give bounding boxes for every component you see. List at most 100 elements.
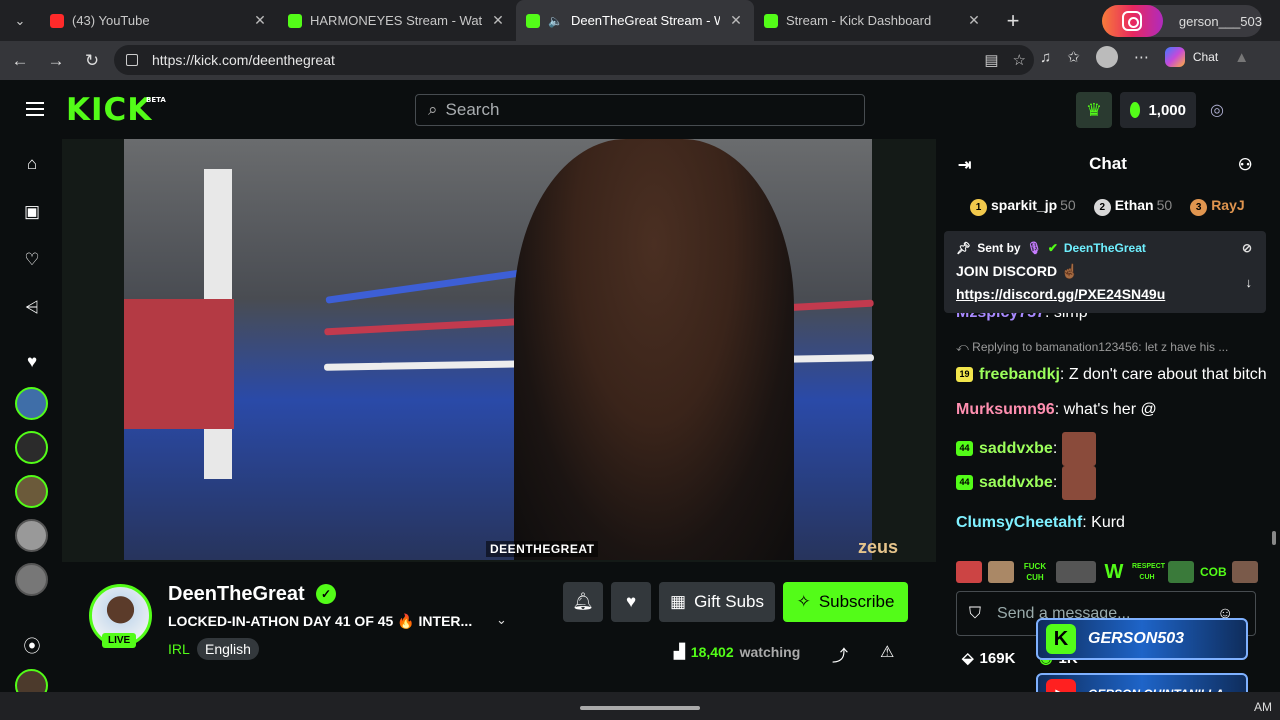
- followed-channel-avatar[interactable]: [15, 387, 48, 420]
- emote[interactable]: [956, 561, 982, 583]
- new-tab-button[interactable]: +: [998, 6, 1028, 36]
- emote[interactable]: [1168, 561, 1194, 583]
- expand-arrow-icon[interactable]: ↓: [1246, 275, 1253, 290]
- search-input[interactable]: [445, 100, 826, 120]
- tab-deenthegreat[interactable]: 🔈 DeenTheGreat Stream - Watch ✕: [516, 0, 754, 41]
- chevron-down-icon[interactable]: ⌄: [496, 612, 507, 628]
- points-value: 1,000: [1148, 101, 1186, 119]
- back-arrow-icon[interactable]: ←: [2, 46, 38, 76]
- verified-icon: ✓: [316, 584, 336, 604]
- emote[interactable]: [988, 561, 1014, 583]
- hide-icon[interactable]: ⊘: [1242, 241, 1252, 255]
- forward-arrow-icon[interactable]: →: [38, 46, 74, 76]
- chat-panel: ⇥ Chat ⚇ 1sparkit_jp50 2Ethan50 3RayJ Mz…: [936, 139, 1280, 692]
- video-player[interactable]: DEENTHEGREAT zeus: [62, 139, 936, 562]
- leaderboard-entry[interactable]: 1 sparkit_jp 50: [970, 197, 1076, 216]
- follow-button[interactable]: ♥: [611, 582, 651, 622]
- copilot-button[interactable]: Chat: [1164, 47, 1218, 67]
- reader-icon[interactable]: ▤: [984, 51, 998, 69]
- chat-username[interactable]: Murksumn96: [956, 401, 1055, 418]
- kick-icon: K: [1046, 624, 1076, 654]
- red-curtain: [124, 299, 234, 429]
- rewards-button[interactable]: ♛: [1076, 92, 1112, 128]
- leaderboard-entry[interactable]: 3 RayJ: [1190, 197, 1245, 216]
- close-icon[interactable]: ✕: [490, 12, 506, 29]
- extensions-icon[interactable]: ♫: [1040, 49, 1051, 66]
- viewer-count: ▟ 18,402 watching: [674, 643, 800, 660]
- lock-icon: [126, 54, 138, 66]
- chat-username[interactable]: saddvxbe: [979, 440, 1053, 457]
- kick-icon: [288, 13, 302, 28]
- reply-text: Replying to bamanation123456: let z have…: [972, 340, 1229, 354]
- more-icon[interactable]: ⋯: [1134, 48, 1149, 66]
- home-icon[interactable]: ⌂: [21, 153, 43, 175]
- following-icon[interactable]: ♡: [21, 249, 43, 271]
- menu-icon[interactable]: [26, 102, 44, 116]
- rank-badge: 2: [1093, 199, 1111, 216]
- leader-user: Ethan: [1114, 197, 1154, 213]
- language-tag[interactable]: English: [197, 638, 259, 660]
- url-text: https://kick.com/deenthegreat: [152, 52, 335, 68]
- user-icon: ◎: [1210, 102, 1224, 119]
- chat-messages: ⤺ Replying to bamanation123456: let z ha…: [956, 335, 1272, 545]
- followed-channel-avatar[interactable]: [15, 563, 48, 596]
- search-field[interactable]: ⌕: [415, 94, 865, 126]
- scroll-bar[interactable]: ▲: [1234, 49, 1249, 66]
- browse-icon[interactable]: ▣: [21, 201, 43, 223]
- emote[interactable]: [1232, 561, 1258, 583]
- close-icon[interactable]: ✕: [252, 12, 268, 29]
- gift-subs-button[interactable]: ▦ Gift Subs: [659, 582, 775, 622]
- report-icon[interactable]: ⚠: [880, 642, 894, 662]
- tab-youtube[interactable]: (43) YouTube ✕: [40, 0, 278, 41]
- points-button[interactable]: 1,000: [1120, 92, 1196, 128]
- share-icon[interactable]: ⤴: [832, 642, 848, 666]
- category-link[interactable]: IRL: [168, 641, 190, 657]
- scroll-thumb[interactable]: [1272, 531, 1276, 545]
- taskbar: AM: [0, 692, 1280, 720]
- emote[interactable]: COB: [1200, 561, 1227, 583]
- notification-button[interactable]: 🔔︎: [563, 582, 603, 622]
- sent-by-label: Sent by: [977, 241, 1021, 255]
- favorites-icon[interactable]: ✩: [1067, 48, 1080, 66]
- channel-info: LIVE DeenTheGreat ✓ LOCKED-IN-ATHON DAY …: [62, 562, 936, 692]
- star-icon[interactable]: ☆: [1013, 51, 1026, 69]
- chat-username[interactable]: ClumsyCheetahf: [956, 514, 1082, 531]
- leaderboard-entry[interactable]: 2 Ethan 50: [1093, 197, 1172, 216]
- verified-icon: ✔: [1047, 241, 1058, 255]
- chat-username[interactable]: saddvxbe: [979, 474, 1053, 491]
- chat-users-icon[interactable]: ⚇: [1238, 155, 1252, 175]
- search-icon: ⌕: [428, 100, 438, 119]
- user-menu[interactable]: ◎: [1204, 92, 1230, 128]
- collapse-chat-icon[interactable]: ⇥: [958, 155, 971, 175]
- tab-search-icon[interactable]: ⌄: [6, 7, 34, 35]
- emote[interactable]: RESPECT CUH: [1132, 561, 1165, 583]
- categories-icon[interactable]: ⩤: [21, 297, 43, 319]
- live-signal-icon[interactable]: ⦿: [21, 633, 43, 656]
- pinned-link[interactable]: https://discord.gg/PXE24SN49u: [956, 286, 1254, 302]
- followed-channel-avatar[interactable]: [15, 431, 48, 464]
- taskbar-handle[interactable]: [580, 706, 700, 710]
- followed-channel-avatar[interactable]: [15, 475, 48, 508]
- pinned-sender[interactable]: DeenTheGreat: [1064, 241, 1146, 255]
- subscribe-button[interactable]: ✧ Subscribe: [783, 582, 908, 622]
- emote[interactable]: FUCK CUH: [1020, 561, 1050, 583]
- address-bar[interactable]: https://kick.com/deenthegreat ▤ ☆: [114, 45, 1034, 75]
- emote[interactable]: [1056, 561, 1096, 583]
- chat-emote: [1061, 432, 1096, 466]
- footer-points[interactable]: 169K: [980, 650, 1016, 667]
- profile-avatar[interactable]: [1095, 46, 1118, 68]
- tab-kick-dashboard[interactable]: Stream - Kick Dashboard ✕: [754, 0, 992, 41]
- reload-icon[interactable]: ↻: [74, 46, 110, 76]
- channel-name[interactable]: DeenTheGreat: [168, 583, 305, 606]
- close-icon[interactable]: ✕: [728, 12, 744, 29]
- followed-channel-avatar[interactable]: [15, 519, 48, 552]
- close-icon[interactable]: ✕: [966, 12, 982, 29]
- tab-harmoneyes[interactable]: HARMONEYES Stream - Watch Live ✕: [278, 0, 516, 41]
- profile-pill[interactable]: gerson___503: [1102, 5, 1262, 37]
- speaker-icon[interactable]: 🔈: [548, 14, 563, 28]
- kick-logo[interactable]: KICK BETA: [66, 92, 166, 128]
- chat-username[interactable]: freebandkj: [979, 366, 1060, 383]
- heart-icon[interactable]: ♥: [21, 351, 43, 373]
- emote[interactable]: W: [1102, 561, 1126, 583]
- logo-text: KICK: [66, 92, 153, 128]
